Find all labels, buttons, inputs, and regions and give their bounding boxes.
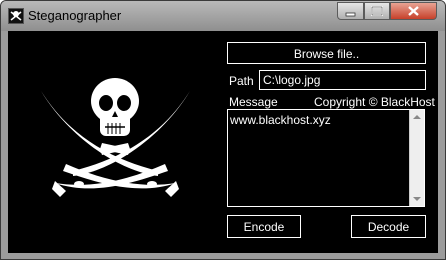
decode-button[interactable]: Decode xyxy=(351,215,426,238)
encode-button[interactable]: Encode xyxy=(227,215,301,238)
message-textarea[interactable]: www.blackhost.xyz xyxy=(227,109,425,207)
main-window: Steganographer Browse file.. Path C:\log… xyxy=(0,0,446,260)
maximize-button[interactable] xyxy=(364,2,390,20)
path-input[interactable] xyxy=(259,70,426,90)
scroll-down-icon[interactable] xyxy=(413,197,421,201)
minimize-icon xyxy=(345,12,356,17)
message-label: Message xyxy=(229,95,278,109)
pirate-skull-image xyxy=(8,31,223,253)
message-scrollbar[interactable] xyxy=(409,110,424,206)
close-icon xyxy=(408,6,419,16)
browse-file-button[interactable]: Browse file.. xyxy=(227,42,426,64)
message-text: www.blackhost.xyz xyxy=(230,113,331,127)
client-area: Browse file.. Path Message Copyright © B… xyxy=(8,31,438,253)
title-bar[interactable]: Steganographer xyxy=(1,1,445,31)
window-title: Steganographer xyxy=(28,8,122,23)
minimize-button[interactable] xyxy=(337,2,364,20)
app-icon[interactable] xyxy=(8,8,24,24)
close-button[interactable] xyxy=(390,2,437,20)
path-label: Path xyxy=(229,74,254,88)
maximize-icon xyxy=(371,6,383,16)
copyright-label: Copyright © BlackHost xyxy=(314,95,435,109)
scroll-up-icon[interactable] xyxy=(413,115,421,119)
